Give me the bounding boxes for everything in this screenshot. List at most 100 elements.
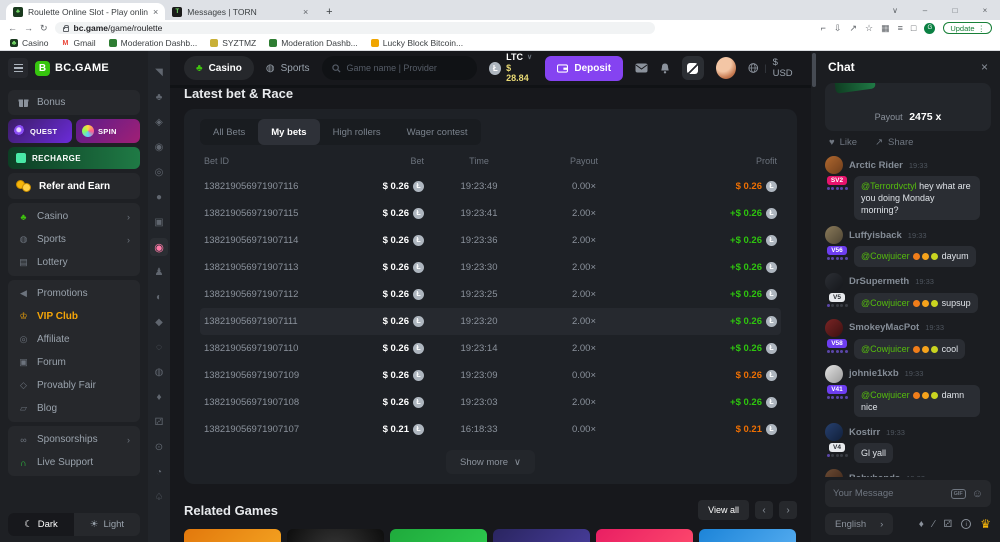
sidebar-item-vip-club[interactable]: ♔VIP Club [8, 305, 140, 328]
dice-icon[interactable]: ⚂ [150, 413, 168, 431]
main-scrollbar[interactable] [811, 51, 816, 542]
bet-row[interactable]: 138219056971907109$ 0.26Ł19:23:090.00×$ … [200, 362, 781, 389]
bookmark-item[interactable]: MGmail [61, 38, 95, 48]
theme-light-button[interactable]: ☀ Light [74, 513, 140, 536]
view-all-button[interactable]: View all [698, 500, 749, 520]
sidebar-item-sponsorships[interactable]: ∞Sponsorships› [8, 428, 140, 451]
reading-list-icon[interactable]: ≡ [898, 23, 903, 34]
sidebar-item-blog[interactable]: ▱Blog [8, 397, 140, 420]
bet-row[interactable]: 138219056971907112$ 0.26Ł19:23:252.00×+$… [200, 281, 781, 308]
bookmark-item[interactable]: Lucky Block Bitcoin... [371, 38, 463, 48]
chat-bubble[interactable]: @Cowjuicer dayum [854, 246, 976, 266]
chat-username[interactable]: DrSupermeth [849, 276, 909, 287]
frame-icon[interactable]: ▣ [150, 213, 168, 231]
dice-icon[interactable]: ⚂ [944, 519, 953, 530]
search-input[interactable] [347, 63, 468, 73]
chat-toggle-button[interactable] [682, 56, 704, 80]
bets-tab-high-rollers[interactable]: High rollers [320, 119, 394, 145]
bookmark-item[interactable]: ♣Casino [10, 38, 48, 48]
chat-username[interactable]: Luffyisback [849, 230, 902, 241]
bookmark-item[interactable]: SYZTMZ [210, 38, 256, 48]
trophy-icon[interactable]: ♛ [980, 517, 991, 531]
sidebar-item-live-support[interactable]: ∩Live Support [8, 451, 140, 474]
bet-row[interactable]: 138219056971907110$ 0.26Ł19:23:142.00×+$… [200, 335, 781, 362]
bet-row[interactable]: 138219056971907111$ 0.26Ł19:23:202.00×+$… [200, 308, 781, 335]
sidebar-item-sports[interactable]: ◍Sports› [8, 228, 140, 251]
refer-and-earn-button[interactable]: Refer and Earn [8, 173, 140, 199]
emoji-icon[interactable]: ☺ [972, 488, 983, 500]
chat-avatar[interactable] [825, 156, 843, 174]
theme-dark-button[interactable]: ☾ Dark [8, 513, 74, 536]
close-icon[interactable]: × [970, 0, 1000, 20]
maximize-icon[interactable]: □ [940, 0, 970, 20]
carousel-next-button[interactable]: › [779, 501, 797, 519]
chat-username[interactable]: Arctic Rider [849, 160, 903, 171]
chat-username[interactable]: Babyhands [849, 473, 900, 477]
bets-tab-my-bets[interactable]: My bets [258, 119, 319, 145]
bet-row[interactable]: 138219056971907113$ 0.26Ł19:23:302.00×+$… [200, 254, 781, 281]
bets-tab-all-bets[interactable]: All Bets [200, 119, 258, 145]
deposit-button[interactable]: Deposit [545, 56, 623, 81]
rocket-icon[interactable]: ◥ [150, 63, 168, 81]
share-icon[interactable]: ↗ [849, 23, 857, 34]
chat-language-selector[interactable]: English › [825, 513, 893, 535]
chat-bubble[interactable]: @Terrordvctyl hey what are you doing Mon… [854, 176, 980, 220]
mention-link[interactable]: @Cowjuicer [861, 390, 912, 400]
extensions-icon[interactable]: ▦ [881, 23, 890, 34]
chat-username[interactable]: SmokeyMacPot [849, 322, 919, 333]
shared-win-card[interactable]: Payout 2475 x [825, 83, 991, 131]
ring-icon[interactable]: ⊙ [150, 438, 168, 456]
chat-username[interactable]: Kostirr [849, 427, 880, 438]
bet-row[interactable]: 138219056971907108$ 0.26Ł19:23:032.00×+$… [200, 389, 781, 416]
disc-icon[interactable]: ◍ [150, 363, 168, 381]
sidebar-item-provably-fair[interactable]: ◇Provably Fair [8, 374, 140, 397]
gear-icon[interactable]: ◌ [150, 338, 168, 356]
tab-close-icon[interactable]: × [303, 7, 308, 17]
bcgame-logo[interactable]: B BC.GAME [35, 61, 109, 76]
mention-link[interactable]: @Cowjuicer [861, 298, 912, 308]
bet-row[interactable]: 138219056971907107$ 0.21Ł16:18:330.00×$ … [200, 416, 781, 443]
bet-row[interactable]: 138219056971907115$ 0.26Ł19:23:412.00×+$… [200, 200, 781, 227]
show-more-button[interactable]: Show more ∨ [446, 450, 535, 474]
mention-link[interactable]: @Cowjuicer [861, 344, 912, 354]
bet-row[interactable]: 138219056971907116$ 0.26Ł19:23:490.00×$ … [200, 173, 781, 200]
sidebar-item-casino[interactable]: ♣Casino› [8, 205, 140, 228]
coin-icon[interactable]: ◉ [150, 138, 168, 156]
mention-link[interactable]: @Terrordvctyl [861, 181, 919, 191]
eye-icon[interactable]: ◔ [150, 463, 168, 481]
dart-icon[interactable]: ◈ [150, 113, 168, 131]
hand-icon[interactable]: ◐ [150, 288, 168, 306]
back-icon[interactable]: ← [8, 23, 17, 33]
browser-tab[interactable]: TMessages | TORN× [165, 3, 315, 20]
sidebar-item-promotions[interactable]: ◀Promotions [8, 282, 140, 305]
like-button[interactable]: ♥Like [829, 137, 857, 148]
bonus-button[interactable]: Bonus [8, 90, 140, 115]
bookmark-item[interactable]: Moderation Dashb... [109, 38, 198, 48]
spin-button[interactable]: SPIN [76, 119, 140, 143]
globe-icon[interactable] [748, 62, 758, 74]
rain-icon[interactable]: ♦ [919, 519, 924, 530]
game-thumb-blue[interactable] [699, 529, 796, 542]
chat-avatar[interactable] [825, 226, 843, 244]
bet-row[interactable]: 138219056971907114$ 0.26Ł19:23:362.00×+$… [200, 227, 781, 254]
reload-icon[interactable]: ↻ [40, 23, 48, 34]
chat-avatar[interactable] [825, 273, 843, 291]
gif-icon[interactable]: GIF [951, 489, 966, 499]
chat-message-input[interactable] [833, 488, 945, 499]
game-thumb-pink[interactable] [596, 529, 693, 542]
chat-username[interactable]: johnie1kxb [849, 368, 899, 379]
bookmark-item[interactable]: Moderation Dashb... [269, 38, 358, 48]
bank-icon[interactable]: ♤ [150, 488, 168, 506]
chat-close-icon[interactable]: × [981, 60, 988, 74]
flask-icon[interactable]: ♟ [150, 263, 168, 281]
star-icon[interactable]: ☆ [865, 23, 873, 34]
share-button[interactable]: ↗Share [875, 137, 913, 148]
url-box[interactable]: bc.game/game/roulette [55, 22, 655, 34]
berry-icon[interactable]: ● [150, 188, 168, 206]
game-search-box[interactable] [322, 56, 478, 80]
install-icon[interactable]: ⇩ [834, 23, 842, 34]
chat-avatar[interactable] [825, 365, 843, 383]
key-icon[interactable]: ⌐ [821, 23, 826, 34]
tab-close-icon[interactable]: × [153, 7, 158, 17]
game-thumb-orange[interactable] [184, 529, 281, 542]
